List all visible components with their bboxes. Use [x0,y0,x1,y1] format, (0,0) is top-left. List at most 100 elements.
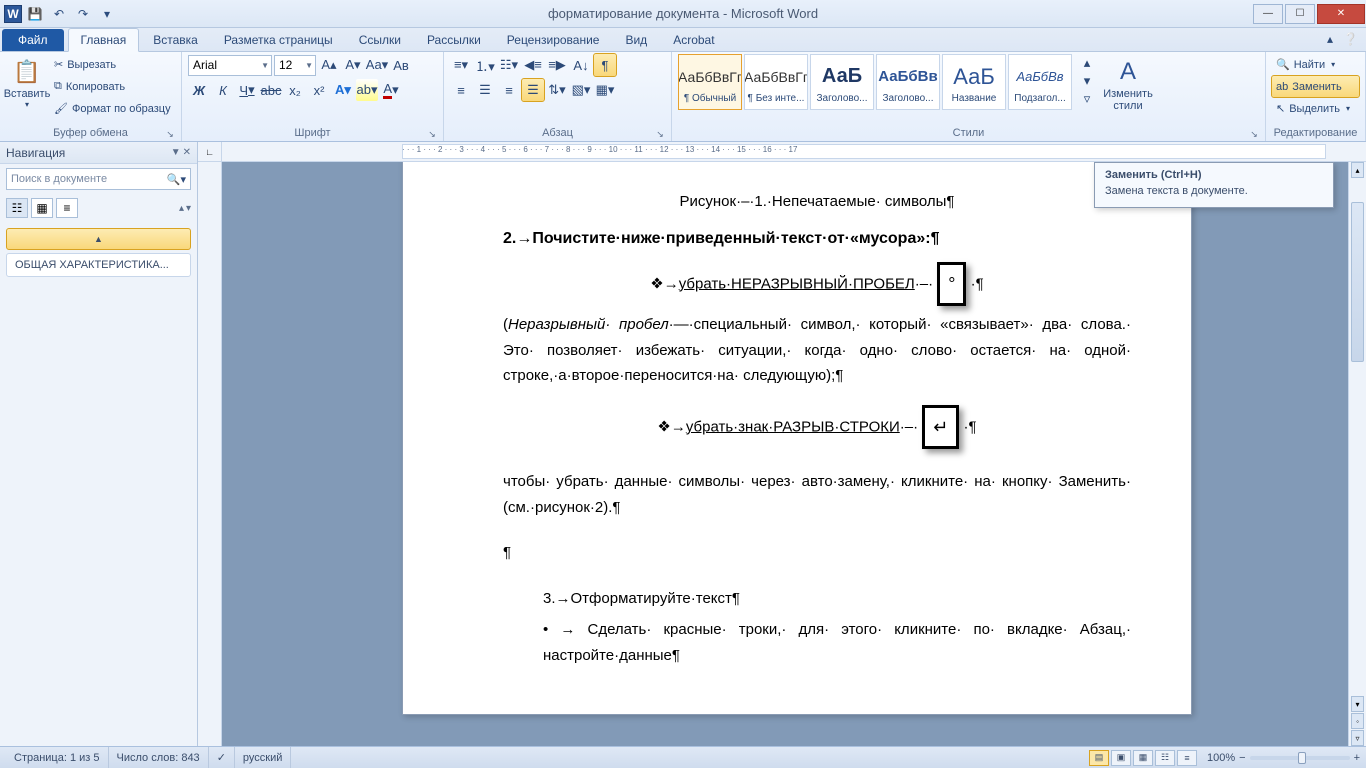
nav-collapse-item[interactable]: ▲ [6,228,191,250]
format-painter-button[interactable]: 🖌Формат по образцу [50,98,175,119]
qat-customize-icon[interactable]: ▾ [96,3,118,25]
styles-launcher-icon[interactable]: ↘ [1247,127,1261,141]
change-styles-button[interactable]: A Изменить стили [1100,54,1156,120]
zoom-slider[interactable] [1250,756,1350,760]
align-justify-icon[interactable]: ☰ [522,79,544,101]
ribbon-minimize-icon[interactable]: ▴ ❔ [1327,32,1358,46]
nav-tab-pages[interactable]: ▦ [31,198,53,218]
decrease-indent-icon[interactable]: ◀≡ [522,54,544,76]
grow-font-icon[interactable]: A▴ [318,54,340,76]
copy-button[interactable]: ⧉Копировать [50,76,175,97]
font-color-icon[interactable]: A▾ [380,79,402,101]
font-name-combo[interactable]: Arial▼ [188,55,272,76]
document-viewport[interactable]: Рисунок·–·1.·Непечатаемые· символы¶ 2.→П… [222,162,1348,746]
nav-heading-item[interactable]: ОБЩАЯ ХАРАКТЕРИСТИКА... [6,253,191,277]
clipboard-launcher-icon[interactable]: ↘ [163,127,177,141]
paste-button[interactable]: 📋 Вставить ▾ [6,54,48,120]
nav-next-icon[interactable]: ▾ [186,203,191,214]
style-subtitle[interactable]: АаБбВвПодзагол... [1008,54,1072,110]
zoom-out-button[interactable]: − [1239,752,1245,764]
styles-expand-icon[interactable]: ▿ [1076,90,1098,108]
show-marks-icon[interactable]: ¶ [594,54,616,76]
subscript-button[interactable]: x₂ [284,79,306,101]
redo-button[interactable]: ↷ [72,3,94,25]
superscript-button[interactable]: x² [308,79,330,101]
tab-acrobat[interactable]: Acrobat [661,29,726,51]
tab-file[interactable]: Файл [2,29,64,51]
style-no-spacing[interactable]: АаБбВвГг¶ Без инте... [744,54,808,110]
document-page[interactable]: Рисунок·–·1.·Непечатаемые· символы¶ 2.→П… [402,162,1192,715]
tab-insert[interactable]: Вставка [141,29,210,51]
style-normal[interactable]: АаБбВвГг¶ Обычный [678,54,742,110]
shading-icon[interactable]: ▧▾ [570,79,592,101]
view-full-screen[interactable]: ▣ [1111,750,1131,766]
font-size-combo[interactable]: 12▼ [274,55,316,76]
tab-references[interactable]: Ссылки [347,29,413,51]
tab-mailings[interactable]: Рассылки [415,29,493,51]
select-button[interactable]: ↖Выделить▾ [1272,98,1359,119]
nav-prev-icon[interactable]: ▴ [179,203,184,214]
styles-gallery[interactable]: АаБбВвГг¶ Обычный АаБбВвГг¶ Без инте... … [678,54,1072,110]
shrink-font-icon[interactable]: A▾ [342,54,364,76]
style-heading2[interactable]: АаБбВвЗаголово... [876,54,940,110]
tab-home[interactable]: Главная [68,28,140,52]
style-title[interactable]: АаБНазвание [942,54,1006,110]
save-button[interactable]: 💾 [24,3,46,25]
view-outline[interactable]: ☷ [1155,750,1175,766]
navpane-dropdown-icon[interactable]: ▼ [171,147,181,158]
highlight-icon[interactable]: ab▾ [356,79,378,101]
clear-formatting-icon[interactable]: Aʙ [390,54,412,76]
app-icon[interactable]: W [4,5,22,23]
navpane-close-icon[interactable]: ✕ [183,147,191,158]
view-web-layout[interactable]: ▦ [1133,750,1153,766]
view-print-layout[interactable]: ▤ [1089,750,1109,766]
status-language[interactable]: русский [235,747,291,768]
scroll-down-icon[interactable]: ▾ [1351,696,1364,712]
maximize-button[interactable]: ☐ [1285,4,1315,24]
view-draft[interactable]: ≡ [1177,750,1197,766]
status-proofing[interactable]: ✓ [209,747,235,768]
zoom-label[interactable]: 100% [1207,752,1235,764]
vertical-scrollbar[interactable]: ▴ ▾ ◦ ▿ [1348,162,1366,746]
cut-button[interactable]: ✂Вырезать [50,54,175,75]
tab-review[interactable]: Рецензирование [495,29,612,51]
nav-search-input[interactable]: Поиск в документе 🔍▾ [6,168,191,190]
multilevel-icon[interactable]: ☷▾ [498,54,520,76]
font-launcher-icon[interactable]: ↘ [425,127,439,141]
italic-button[interactable]: К [212,79,234,101]
numbering-icon[interactable]: ⒈▾ [474,54,496,76]
strike-button[interactable]: abc [260,79,282,101]
status-word-count[interactable]: Число слов: 843 [109,747,209,768]
sort-icon[interactable]: A↓ [570,54,592,76]
increase-indent-icon[interactable]: ≡▶ [546,54,568,76]
zoom-in-button[interactable]: + [1354,752,1360,764]
paragraph-launcher-icon[interactable]: ↘ [653,127,667,141]
text-effects-icon[interactable]: A▾ [332,79,354,101]
align-center-icon[interactable]: ☰ [474,79,496,101]
search-icon[interactable]: 🔍▾ [167,173,186,186]
nav-tab-results[interactable]: ≡ [56,198,78,218]
nav-tab-headings[interactable]: ☷ [6,198,28,218]
undo-button[interactable]: ↶ [48,3,70,25]
bullets-icon[interactable]: ≡▾ [450,54,472,76]
style-heading1[interactable]: АаБЗаголово... [810,54,874,110]
tab-view[interactable]: Вид [613,29,659,51]
styles-scroll-down-icon[interactable]: ▾ [1076,72,1098,90]
scroll-thumb[interactable] [1351,202,1364,362]
underline-button[interactable]: Ч▾ [236,79,258,101]
borders-icon[interactable]: ▦▾ [594,79,616,101]
bold-button[interactable]: Ж [188,79,210,101]
horizontal-ruler[interactable]: · · · 1 · · · 2 · · · 3 · · · 4 · · · 5 … [222,142,1366,161]
vertical-ruler[interactable] [198,162,222,746]
replace-button[interactable]: abЗаменить [1272,76,1359,97]
find-button[interactable]: 🔍Найти▾ [1272,54,1359,75]
line-spacing-icon[interactable]: ⇅▾ [546,79,568,101]
browse-prev-icon[interactable]: ◦ [1351,713,1364,729]
align-right-icon[interactable]: ≡ [498,79,520,101]
close-button[interactable]: ✕ [1317,4,1365,24]
browse-next-icon[interactable]: ▿ [1351,730,1364,746]
styles-scroll-up-icon[interactable]: ▴ [1076,54,1098,72]
change-case-icon[interactable]: Aa▾ [366,54,388,76]
ruler-corner[interactable]: ∟ [198,142,222,161]
scroll-up-icon[interactable]: ▴ [1351,162,1364,178]
